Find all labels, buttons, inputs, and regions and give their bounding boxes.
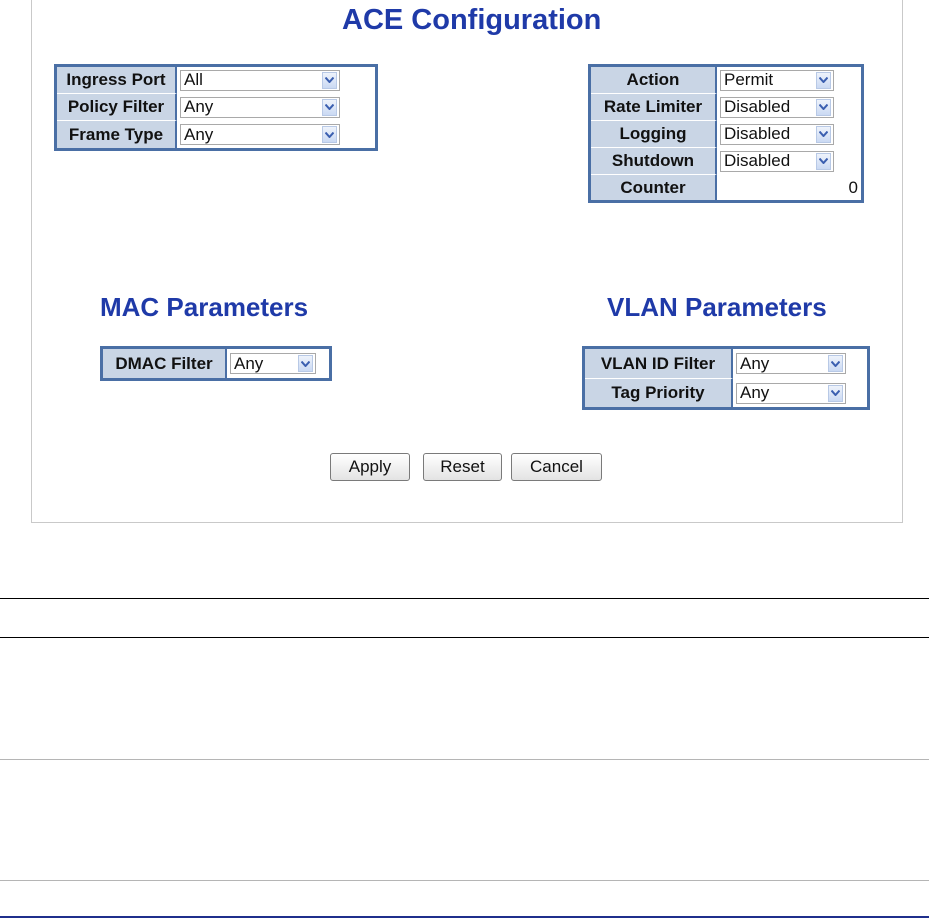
page: ACE Configuration Ingress Port All Polic… <box>0 0 929 920</box>
dmac-filter-row: DMAC Filter Any <box>103 349 329 378</box>
ace-action-table: Action Permit Rate Limiter Disabled Logg… <box>588 64 864 203</box>
chevron-down-icon <box>322 98 337 116</box>
chevron-down-icon <box>322 126 337 143</box>
tag-priority-row: Tag Priority Any <box>585 379 867 407</box>
chevron-down-icon <box>816 125 831 143</box>
dmac-filter-label: DMAC Filter <box>103 349 227 378</box>
dmac-filter-select[interactable]: Any <box>230 353 316 374</box>
divider <box>0 916 929 918</box>
policy-filter-label: Policy Filter <box>57 94 177 121</box>
vlan-id-filter-label: VLAN ID Filter <box>585 349 733 379</box>
mac-parameters-title: MAC Parameters <box>100 292 309 322</box>
chevron-down-icon <box>322 71 337 89</box>
tag-priority-value: Any <box>740 383 770 402</box>
action-value: Permit <box>724 70 774 89</box>
chevron-down-icon <box>828 384 843 402</box>
tag-priority-label: Tag Priority <box>585 379 733 407</box>
vlan-parameters-title: VLAN Parameters <box>607 292 827 322</box>
logging-label: Logging <box>591 121 717 148</box>
vlan-id-filter-select[interactable]: Any <box>736 353 846 374</box>
logging-select[interactable]: Disabled <box>720 123 834 145</box>
rate-limiter-row: Rate Limiter Disabled <box>591 94 861 121</box>
action-label: Action <box>591 67 717 94</box>
ace-general-table: Ingress Port All Policy Filter Any Frame… <box>54 64 378 151</box>
policy-filter-value: Any <box>184 97 214 116</box>
divider <box>0 598 929 599</box>
counter-label: Counter <box>591 175 717 200</box>
rate-limiter-value: Disabled <box>724 97 791 116</box>
vlan-id-filter-value: Any <box>740 353 770 373</box>
frame-type-row: Frame Type Any <box>57 121 375 148</box>
tag-priority-select[interactable]: Any <box>736 382 846 404</box>
shutdown-select[interactable]: Disabled <box>720 150 834 172</box>
logging-row: Logging Disabled <box>591 121 861 148</box>
frame-type-select[interactable]: Any <box>180 124 340 145</box>
counter-value: 0 <box>717 175 861 200</box>
apply-button[interactable]: Apply <box>330 453 410 481</box>
action-select[interactable]: Permit <box>720 69 834 91</box>
divider <box>0 637 929 638</box>
ace-configuration-panel: ACE Configuration Ingress Port All Polic… <box>31 0 903 523</box>
chevron-down-icon <box>828 355 843 372</box>
page-title: ACE Configuration <box>342 4 602 36</box>
mac-parameters-table: DMAC Filter Any <box>100 346 332 381</box>
ingress-port-row: Ingress Port All <box>57 67 375 94</box>
vlan-id-filter-row: VLAN ID Filter Any <box>585 349 867 379</box>
divider <box>0 880 929 881</box>
shutdown-row: Shutdown Disabled <box>591 148 861 175</box>
dmac-filter-value: Any <box>234 353 264 373</box>
rate-limiter-select[interactable]: Disabled <box>720 96 834 118</box>
policy-filter-select[interactable]: Any <box>180 96 340 118</box>
ingress-port-select[interactable]: All <box>180 69 340 91</box>
vlan-parameters-table: VLAN ID Filter Any Tag Priority Any <box>582 346 870 410</box>
logging-value: Disabled <box>724 124 791 143</box>
chevron-down-icon <box>816 98 831 116</box>
frame-type-label: Frame Type <box>57 121 177 148</box>
ingress-port-label: Ingress Port <box>57 67 177 94</box>
chevron-down-icon <box>298 355 313 372</box>
shutdown-value: Disabled <box>724 151 791 170</box>
chevron-down-icon <box>816 71 831 89</box>
policy-filter-row: Policy Filter Any <box>57 94 375 121</box>
frame-type-value: Any <box>184 124 214 144</box>
divider <box>0 759 929 760</box>
action-row: Action Permit <box>591 67 861 94</box>
shutdown-label: Shutdown <box>591 148 717 175</box>
reset-button[interactable]: Reset <box>423 453 502 481</box>
ingress-port-value: All <box>184 70 203 89</box>
counter-row: Counter 0 <box>591 175 861 200</box>
cancel-button[interactable]: Cancel <box>511 453 602 481</box>
rate-limiter-label: Rate Limiter <box>591 94 717 121</box>
chevron-down-icon <box>816 152 831 170</box>
